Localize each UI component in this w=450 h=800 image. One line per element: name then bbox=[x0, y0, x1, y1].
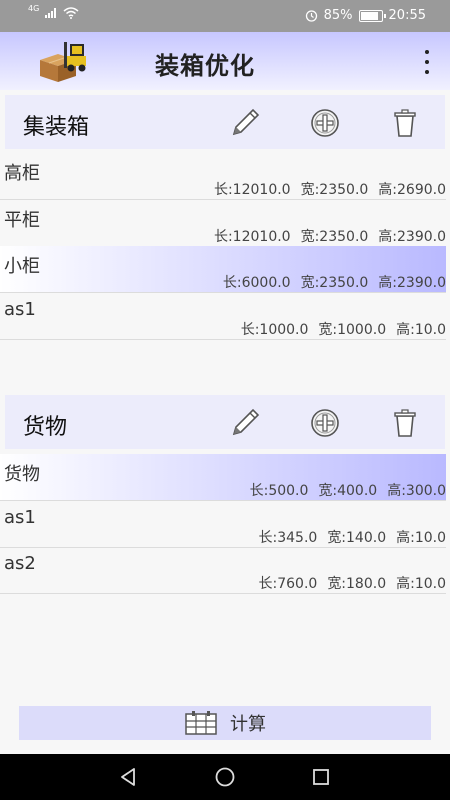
calculate-button[interactable]: 计算 bbox=[19, 706, 431, 740]
cargo-row[interactable]: as1 长:345.0 宽:140.0 高:10.0 bbox=[0, 501, 446, 548]
container-name: 高柜 bbox=[4, 163, 40, 184]
cargo-row[interactable]: as2 长:760.0 宽:180.0 高:10.0 bbox=[0, 547, 446, 594]
container-dims: 长:6000.0 宽:2350.0 高:2390.0 bbox=[222, 275, 446, 291]
cargo-dims: 长:345.0 宽:140.0 高:10.0 bbox=[258, 530, 446, 546]
cargo-name: as2 bbox=[4, 553, 36, 574]
recents-icon[interactable] bbox=[310, 766, 332, 788]
alarm-icon bbox=[305, 10, 317, 22]
cargo-dims: 长:500.0 宽:400.0 高:300.0 bbox=[249, 483, 446, 499]
signal-bars-icon bbox=[45, 8, 57, 18]
cargo-header: 货物 bbox=[5, 395, 445, 449]
app-bar: 装箱优化 bbox=[0, 32, 450, 90]
battery-percent: 85% bbox=[323, 8, 353, 23]
home-icon[interactable] bbox=[214, 766, 236, 788]
cargo-name: 货物 bbox=[4, 464, 40, 485]
calculate-label: 计算 bbox=[230, 714, 266, 735]
containers-title: 集装箱 bbox=[23, 115, 90, 140]
container-name: 平柜 bbox=[4, 210, 40, 231]
trash-icon[interactable] bbox=[388, 406, 422, 440]
container-row-selected[interactable]: 小柜 长:6000.0 宽:2350.0 高:2390.0 bbox=[0, 246, 446, 293]
cargo-row-selected[interactable]: 货物 长:500.0 宽:400.0 高:300.0 bbox=[0, 454, 446, 501]
cargo-dims: 长:760.0 宽:180.0 高:10.0 bbox=[258, 576, 446, 592]
more-vertical-icon[interactable] bbox=[422, 50, 432, 74]
forklift-boxes-icon bbox=[40, 42, 86, 82]
back-icon[interactable] bbox=[118, 766, 140, 788]
cargo-name: as1 bbox=[4, 507, 36, 528]
container-row[interactable]: 高柜 长:12010.0 宽:2350.0 高:2690.0 bbox=[0, 153, 446, 200]
pencil-icon[interactable] bbox=[228, 406, 262, 440]
container-dims: 长:12010.0 宽:2350.0 高:2390.0 bbox=[213, 229, 446, 245]
clock: 20:55 bbox=[388, 8, 426, 23]
container-row[interactable]: as1 长:1000.0 宽:1000.0 高:10.0 bbox=[0, 293, 446, 340]
status-bar: 4G 85% 20:55 bbox=[0, 0, 450, 32]
container-dims: 长:12010.0 宽:2350.0 高:2690.0 bbox=[213, 182, 446, 198]
add-circle-icon[interactable] bbox=[308, 406, 342, 440]
app-title: 装箱优化 bbox=[155, 52, 255, 80]
calculator-icon bbox=[185, 711, 217, 735]
container-name: as1 bbox=[4, 299, 36, 320]
signal-label: 4G bbox=[28, 4, 40, 13]
cargo-title: 货物 bbox=[23, 415, 68, 440]
containers-header: 集装箱 bbox=[5, 95, 445, 149]
pencil-icon[interactable] bbox=[228, 106, 262, 140]
container-row[interactable]: 平柜 长:12010.0 宽:2350.0 高:2390.0 bbox=[0, 200, 446, 247]
container-name: 小柜 bbox=[4, 256, 40, 277]
battery-icon bbox=[358, 9, 386, 22]
trash-icon[interactable] bbox=[388, 106, 422, 140]
system-nav-bar bbox=[0, 754, 450, 800]
container-dims: 长:1000.0 宽:1000.0 高:10.0 bbox=[240, 322, 446, 338]
add-circle-icon[interactable] bbox=[308, 106, 342, 140]
wifi-icon bbox=[63, 7, 79, 19]
